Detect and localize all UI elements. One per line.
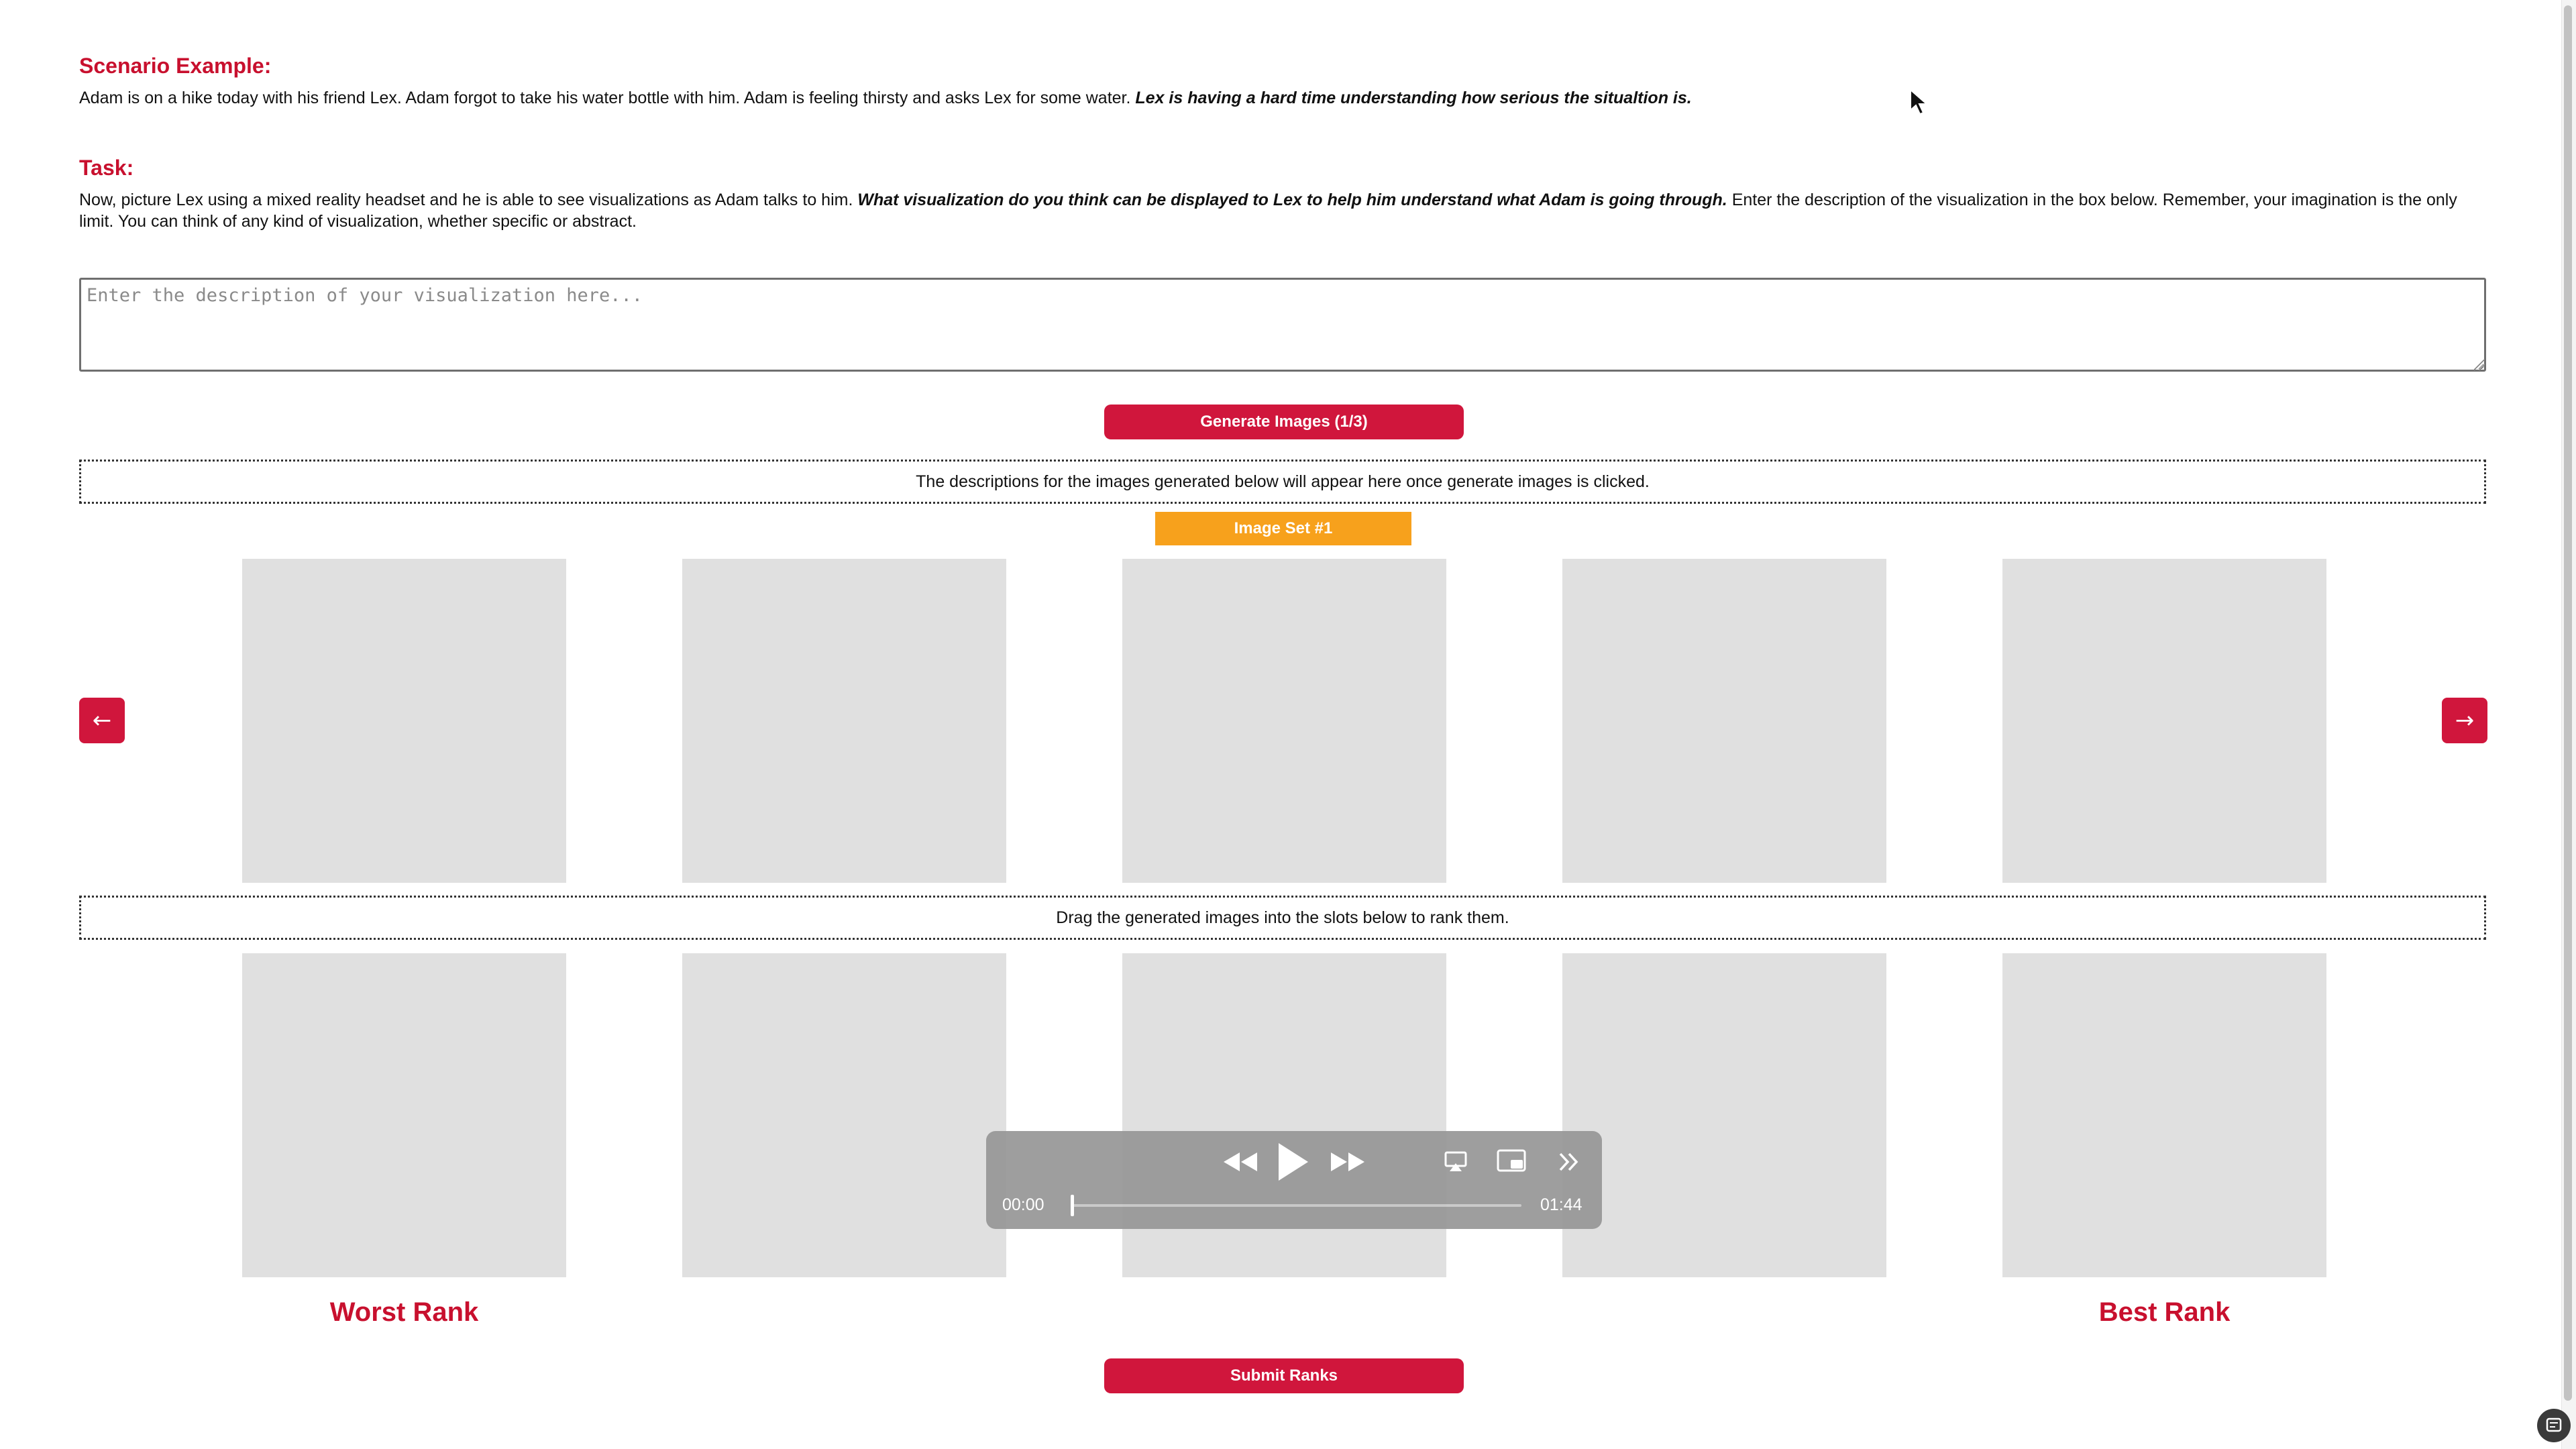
accessibility-widget-button[interactable]: [2537, 1409, 2571, 1442]
image-set-label: Image Set #1: [1155, 512, 1411, 545]
rank-slot-2[interactable]: [682, 953, 1006, 1277]
next-arrow-button[interactable]: →: [2442, 698, 2487, 743]
picture-in-picture-icon[interactable]: [1496, 1148, 1527, 1174]
scenario-emphasis: Lex is having a hard time understanding …: [1135, 89, 1692, 107]
task-body-before: Now, picture Lex using a mixed reality h…: [79, 191, 853, 209]
scenario-heading: Scenario Example:: [79, 54, 272, 78]
fast-forward-icon[interactable]: [1330, 1150, 1366, 1174]
worst-rank-label: Worst Rank: [329, 1297, 479, 1327]
media-player-controls: 00:00 01:44: [986, 1131, 1602, 1229]
duration-time: 01:44: [1540, 1195, 1582, 1214]
play-icon[interactable]: [1275, 1140, 1311, 1183]
rank-instructions-box: Drag the generated images into the slots…: [79, 896, 2486, 940]
descriptions-notice-text: The descriptions for the images generate…: [916, 472, 1650, 491]
task-text: Now, picture Lex using a mixed reality h…: [79, 189, 2487, 232]
previous-arrow-button[interactable]: ←: [79, 698, 125, 743]
textarea-resize-handle[interactable]: [2474, 360, 2485, 370]
more-icon[interactable]: [1558, 1150, 1580, 1174]
scenario-text: Adam is on a hike today with his friend …: [79, 87, 2487, 109]
visualization-description-input[interactable]: [79, 278, 2486, 372]
generated-image-slot-4[interactable]: [1562, 559, 1886, 883]
generated-image-slot-5[interactable]: [2002, 559, 2326, 883]
rank-slot-1[interactable]: [242, 953, 566, 1277]
submit-ranks-button[interactable]: Submit Ranks: [1104, 1358, 1464, 1393]
generate-images-button[interactable]: Generate Images (1/3): [1104, 405, 1464, 439]
scrollbar-thumb[interactable]: [2564, 5, 2572, 1401]
seek-handle[interactable]: [1071, 1195, 1074, 1216]
widget-icon: [2546, 1417, 2562, 1432]
rank-instructions-text: Drag the generated images into the slots…: [1056, 908, 1509, 927]
generated-image-slot-3[interactable]: [1122, 559, 1446, 883]
page: Scenario Example: Adam is on a hike toda…: [0, 0, 2576, 1449]
descriptions-notice-box: The descriptions for the images generate…: [79, 460, 2486, 504]
rank-slot-4[interactable]: [1562, 953, 1886, 1277]
airplay-icon[interactable]: [1444, 1150, 1468, 1174]
task-emphasis: What visualization do you think can be d…: [857, 191, 1727, 209]
generated-image-slot-2[interactable]: [682, 559, 1006, 883]
rewind-icon[interactable]: [1222, 1150, 1258, 1174]
seek-bar[interactable]: [1072, 1204, 1521, 1207]
current-time: 00:00: [1002, 1195, 1044, 1214]
scenario-body: Adam is on a hike today with his friend …: [79, 89, 1131, 107]
mouse-cursor-icon: [1910, 89, 1929, 115]
rank-slot-5[interactable]: [2002, 953, 2326, 1277]
generated-image-slot-1[interactable]: [242, 559, 566, 883]
best-rank-label: Best Rank: [2098, 1297, 2231, 1327]
task-heading: Task:: [79, 156, 134, 180]
